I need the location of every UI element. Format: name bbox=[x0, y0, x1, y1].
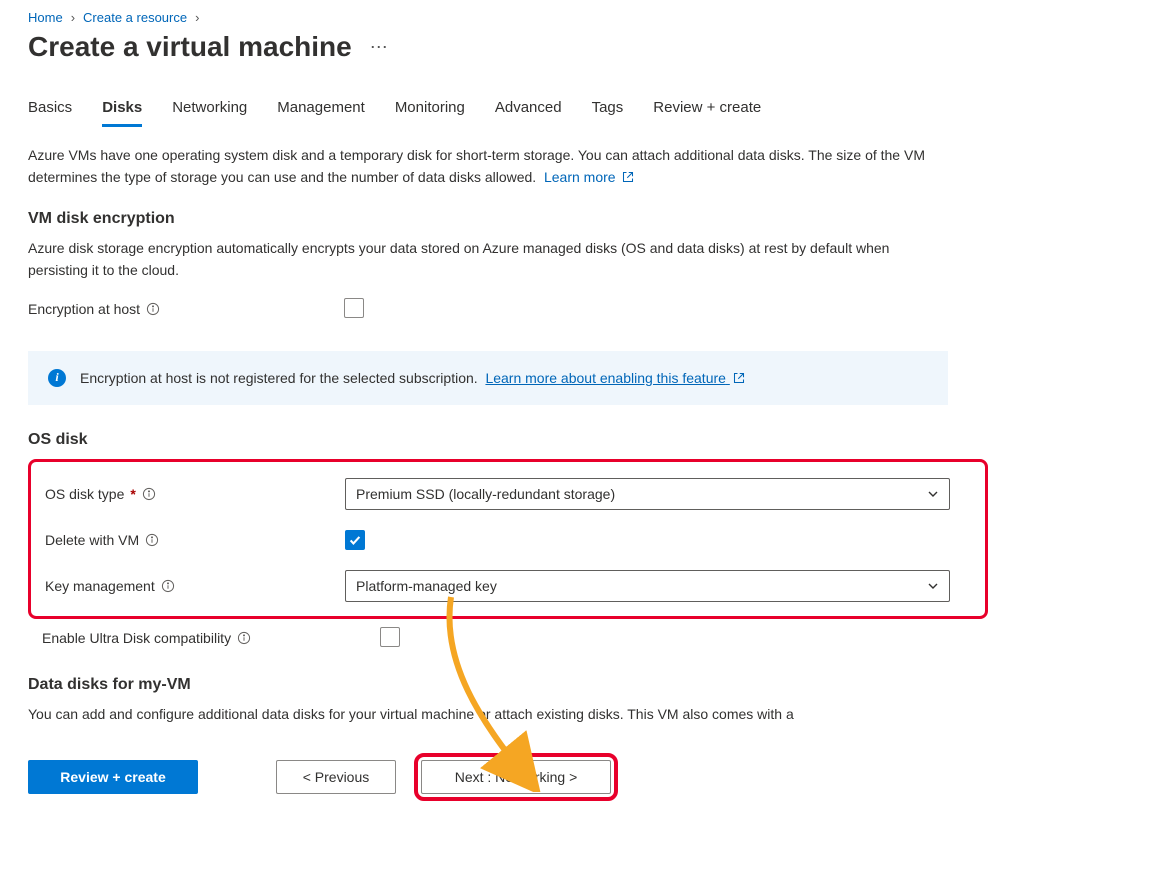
previous-button[interactable]: < Previous bbox=[276, 760, 396, 794]
data-disks-heading: Data disks for my-VM bbox=[28, 676, 1138, 694]
tab-basics[interactable]: Basics bbox=[28, 99, 72, 127]
info-icon[interactable] bbox=[142, 487, 156, 501]
next-button-highlight-annotation: Next : Networking > bbox=[414, 753, 618, 801]
external-link-icon bbox=[622, 171, 634, 183]
encryption-at-host-label: Encryption at host bbox=[28, 301, 140, 317]
delete-with-vm-label: Delete with VM bbox=[45, 532, 139, 548]
info-icon[interactable] bbox=[146, 302, 160, 316]
tab-advanced[interactable]: Advanced bbox=[495, 99, 562, 127]
chevron-down-icon bbox=[927, 580, 939, 592]
more-actions-icon[interactable]: ⋯ bbox=[370, 37, 390, 58]
tab-management[interactable]: Management bbox=[277, 99, 365, 127]
chevron-down-icon bbox=[927, 488, 939, 500]
tab-monitoring[interactable]: Monitoring bbox=[395, 99, 465, 127]
wizard-tabs: Basics Disks Networking Management Monit… bbox=[28, 99, 1138, 127]
encryption-at-host-checkbox[interactable] bbox=[344, 298, 364, 318]
delete-with-vm-checkbox[interactable] bbox=[345, 530, 365, 550]
tab-networking[interactable]: Networking bbox=[172, 99, 247, 127]
info-icon[interactable] bbox=[161, 579, 175, 593]
breadcrumb-home[interactable]: Home bbox=[28, 10, 63, 25]
tab-review-create[interactable]: Review + create bbox=[653, 99, 761, 127]
os-disk-type-select[interactable]: Premium SSD (locally-redundant storage) bbox=[345, 478, 950, 510]
ultra-disk-checkbox[interactable] bbox=[380, 627, 400, 647]
info-icon[interactable] bbox=[237, 631, 251, 645]
info-circle-icon: i bbox=[48, 369, 66, 387]
os-disk-type-label: OS disk type bbox=[45, 486, 124, 502]
chevron-right-icon: › bbox=[71, 10, 75, 25]
encryption-description: Azure disk storage encryption automatica… bbox=[28, 238, 948, 281]
data-disks-description: You can add and configure additional dat… bbox=[28, 704, 948, 726]
review-create-button[interactable]: Review + create bbox=[28, 760, 198, 794]
learn-more-link[interactable]: Learn more bbox=[544, 169, 634, 185]
ultra-disk-label: Enable Ultra Disk compatibility bbox=[42, 630, 231, 646]
encryption-heading: VM disk encryption bbox=[28, 210, 1138, 228]
key-management-select[interactable]: Platform-managed key bbox=[345, 570, 950, 602]
footer-bar: Review + create < Previous Next : Networ… bbox=[28, 753, 1138, 801]
banner-link[interactable]: Learn more about enabling this feature bbox=[485, 370, 744, 386]
external-link-icon bbox=[733, 372, 745, 384]
os-disk-highlight-annotation: OS disk type * Premium SSD (locally-redu… bbox=[28, 459, 988, 619]
banner-text: Encryption at host is not registered for… bbox=[80, 370, 478, 386]
next-button[interactable]: Next : Networking > bbox=[421, 760, 611, 794]
tab-disks[interactable]: Disks bbox=[102, 99, 142, 127]
intro-text: Azure VMs have one operating system disk… bbox=[28, 145, 948, 188]
page-title: Create a virtual machine bbox=[28, 31, 352, 63]
breadcrumb: Home › Create a resource › bbox=[28, 10, 1138, 25]
breadcrumb-create-resource[interactable]: Create a resource bbox=[83, 10, 187, 25]
key-management-label: Key management bbox=[45, 578, 155, 594]
os-disk-heading: OS disk bbox=[28, 431, 1138, 449]
info-icon[interactable] bbox=[145, 533, 159, 547]
tab-tags[interactable]: Tags bbox=[592, 99, 624, 127]
chevron-right-icon: › bbox=[195, 10, 199, 25]
required-indicator: * bbox=[130, 486, 135, 502]
info-banner: i Encryption at host is not registered f… bbox=[28, 351, 948, 405]
